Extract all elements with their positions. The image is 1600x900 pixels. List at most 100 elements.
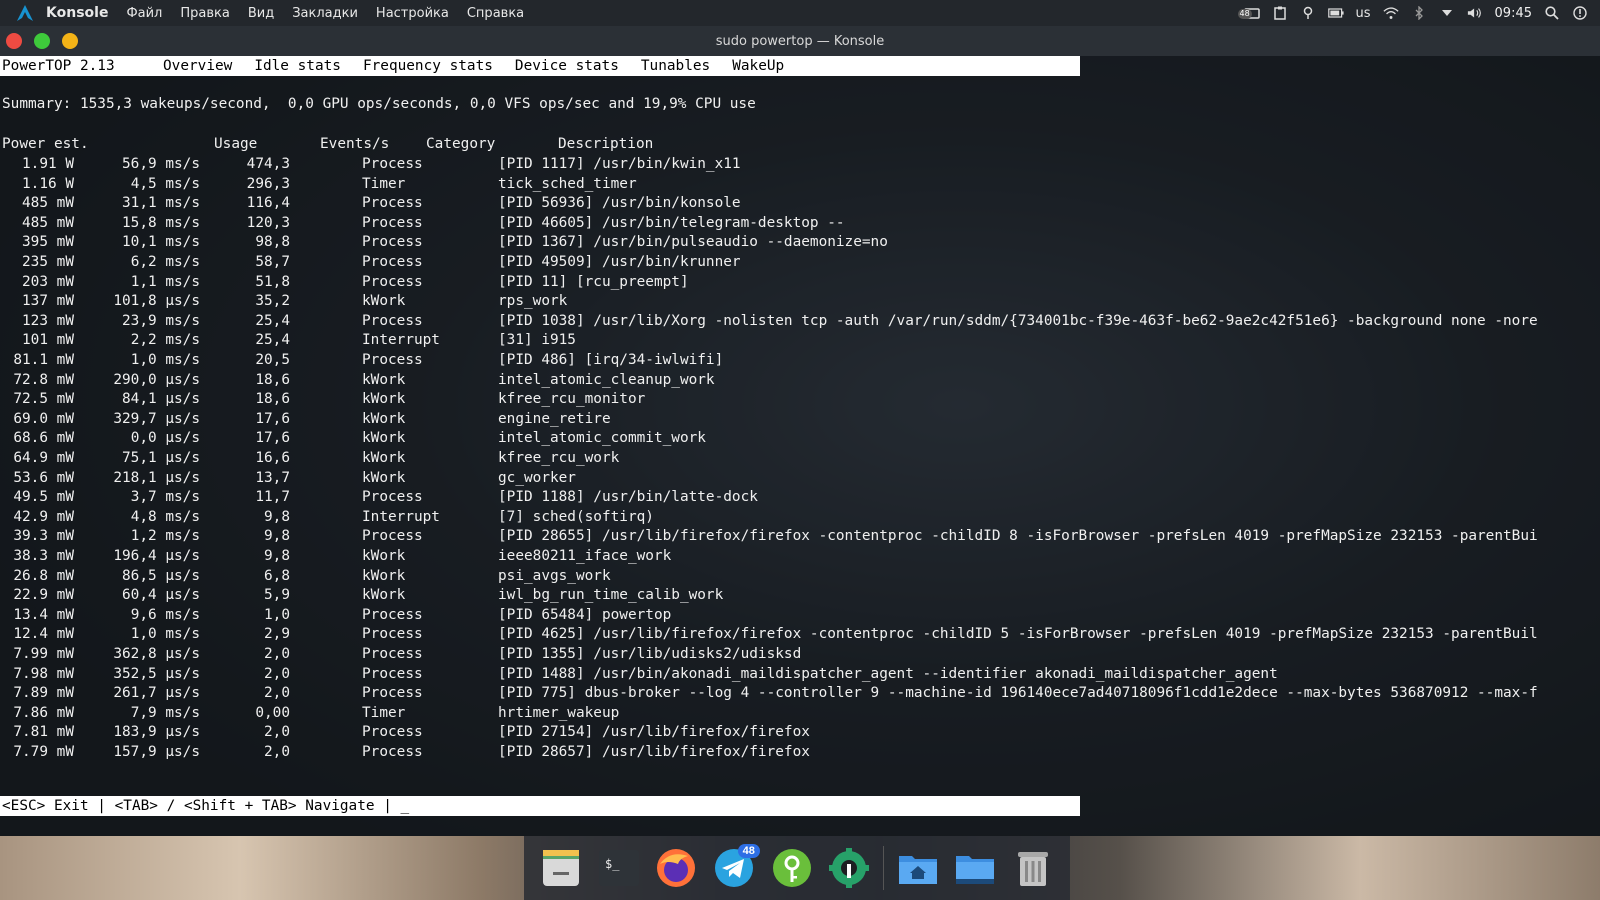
clipboard-icon[interactable] [1272,5,1288,21]
row-usage: 31,1 ms/s [122,195,200,212]
desktop-folder-icon[interactable] [951,844,999,892]
tab-idle-stats[interactable]: Idle stats [245,56,354,76]
row-category: Process [362,626,423,643]
column-power: Power est. [2,136,89,152]
trash-icon[interactable] [1009,844,1057,892]
notifications-icon[interactable]: 48 [1237,5,1260,21]
row-category: Process [362,234,423,251]
search-icon[interactable] [1544,5,1560,21]
top-panel: Konsole Файл Правка Вид Закладки Настрой… [0,0,1600,26]
table-row: 72.5 mW 84,1 µs/s 18,6 kWork kfree_rcu_monit… [2,391,1600,411]
menu-bookmarks[interactable]: Закладки [292,6,358,21]
row-category: kWork [362,567,406,584]
row-power: 101 mW [22,332,74,349]
system-info-icon[interactable] [1572,5,1588,21]
row-power: 395 mW [22,234,74,251]
bluetooth-icon[interactable] [1411,5,1427,21]
row-category: kWork [362,548,406,564]
menu-file[interactable]: Файл [126,6,162,21]
table-row: 13.4 mW 9,6 ms/s 1,0 Process [PID 65484] pow… [2,607,1600,627]
table-row: 72.8 mW 290,0 µs/s 18,6 kWork intel_atomic_c… [2,372,1600,392]
window-titlebar[interactable]: sudo powertop — Konsole [0,26,1600,56]
row-usage: 56,9 ms/s [122,156,200,172]
keyboard-layout[interactable]: us [1356,6,1371,21]
telegram-icon[interactable]: 48 [710,844,760,892]
notes-icon[interactable] [537,844,585,892]
keepassxc-icon[interactable] [768,844,816,892]
volume-icon[interactable] [1467,5,1483,21]
settings-icon[interactable] [825,844,873,892]
row-description: psi_avgs_work [498,567,611,584]
menu-settings[interactable]: Настройка [376,6,449,21]
tab-frequency-stats[interactable]: Frequency stats [354,56,506,76]
row-usage: 261,7 µs/s [113,685,200,702]
row-description: tick_sched_timer [498,175,637,192]
row-category: Process [362,214,423,231]
row-power: 69.0 mW [13,410,74,427]
row-usage: 0,0 µs/s [130,430,200,447]
tab-wakeup[interactable]: WakeUp [723,56,797,76]
table-row: 137 mW 101,8 µs/s 35,2 kWork rps_work [2,293,1600,313]
row-description: [PID 49509] /usr/bin/krunner [498,254,741,270]
row-usage: 362,8 µs/s [113,646,200,662]
battery-icon[interactable] [1327,5,1344,21]
row-events: 2,0 [264,685,290,702]
tab-overview[interactable]: Overview [154,56,246,76]
row-events: 17,6 [255,410,290,427]
firefox-icon[interactable] [652,844,700,892]
row-description: rps_work [498,293,568,310]
row-category: kWork [362,410,406,427]
row-power: 53.6 mW [13,469,74,486]
row-power: 12.4 mW [13,626,74,643]
tab-device-stats[interactable]: Device stats [506,56,632,76]
home-folder-icon[interactable] [894,844,942,892]
row-description: [PID 1188] /usr/bin/latte-dock [498,489,758,506]
clock[interactable]: 09:45 [1495,6,1532,21]
row-power: 485 mW [22,214,74,231]
row-usage: 329,7 µs/s [113,410,200,427]
terminal-icon[interactable]: $_ [595,844,643,892]
row-category: Process [362,489,423,506]
row-events: 25,4 [255,312,290,329]
row-power: 7.79 mW [13,744,74,760]
row-power: 42.9 mW [13,508,74,525]
location-icon[interactable] [1300,5,1316,21]
row-usage: 4,5 ms/s [130,175,200,192]
row-usage: 60,4 µs/s [122,587,200,604]
row-category: Process [362,685,423,702]
table-row: 81.1 mW 1,0 ms/s 20,5 Process [PID 486] [irq… [2,352,1600,372]
wifi-icon[interactable] [1382,5,1399,21]
row-description: [PID 1038] /usr/lib/Xorg -nolisten tcp -… [498,312,1538,329]
table-header: Power est. Usage Events/s Category Descr… [2,136,1600,156]
row-category: Process [362,254,423,270]
row-description: [PID 1367] /usr/bin/pulseaudio --daemoni… [498,234,888,251]
dock-separator [882,846,884,890]
tray-expander-icon[interactable] [1439,5,1455,21]
process-table: 1.91 W 56,9 ms/s 474,3 Process [PID 1117] /u… [2,156,1600,776]
arch-logo-icon[interactable] [10,0,40,26]
menu-view[interactable]: Вид [248,6,274,21]
row-events: 11,7 [255,489,290,506]
table-row: 235 mW 6,2 ms/s 58,7 Process [PID 49509] /us… [2,254,1600,274]
row-usage: 1,0 ms/s [130,352,200,368]
terminal-view[interactable]: PowerTOP 2.13 Overview Idle stats Freque… [0,56,1600,836]
table-row: 485 mW 15,8 ms/s 120,3 Process [PID 46605] /… [2,215,1600,235]
row-events: 2,0 [264,744,290,760]
notifications-badge: 48 [1237,9,1252,19]
row-power: 13.4 mW [13,606,74,623]
menu-help[interactable]: Справка [467,6,524,21]
row-events: 16,6 [255,450,290,466]
menu-edit[interactable]: Правка [180,6,229,21]
tab-tunables[interactable]: Tunables [632,56,723,76]
row-events: 17,6 [255,430,290,447]
table-row: 12.4 mW 1,0 ms/s 2,9 Process [PID 4625] /usr… [2,626,1600,646]
row-category: kWork [362,293,406,310]
row-usage: 15,8 ms/s [122,214,200,231]
row-events: 51,8 [255,273,290,290]
row-power: 7.98 mW [13,665,74,682]
table-row: 68.6 mW 0,0 µs/s 17,6 kWork intel_atomic_com… [2,430,1600,450]
row-usage: 75,1 µs/s [122,450,200,466]
row-events: 0,00 [255,704,290,721]
row-usage: 86,5 µs/s [122,567,200,584]
table-row: 1.91 W 56,9 ms/s 474,3 Process [PID 1117] /u… [2,156,1600,176]
